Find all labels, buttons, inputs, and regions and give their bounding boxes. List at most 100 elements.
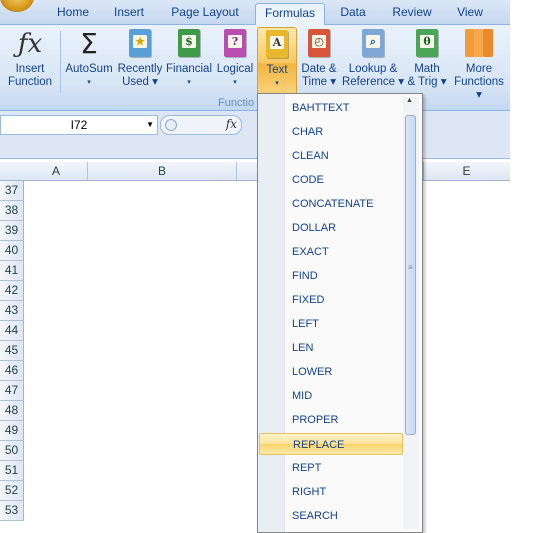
row-header[interactable]: 41 — [0, 261, 24, 281]
menu-item-rept[interactable]: REPT — [259, 457, 403, 479]
row-header[interactable]: 52 — [0, 481, 24, 501]
financial-button[interactable]: $ Financial ▾ — [164, 27, 214, 97]
menu-item-left[interactable]: LEFT — [259, 313, 403, 335]
row-header[interactable]: 39 — [0, 221, 24, 241]
math-trig-button[interactable]: θ Math & Trig ▾ — [406, 27, 448, 97]
formula-bar-area: I72 ▼ fx — [0, 111, 510, 159]
menu-item-bahttext[interactable]: BAHTTEXT — [259, 97, 403, 119]
autosum-dropdown-arrow: ▾ — [87, 79, 91, 86]
menu-item-mid[interactable]: MID — [259, 385, 403, 407]
ribbon-group-label: Functio — [218, 97, 255, 109]
more-functions-label-1: More — [465, 63, 493, 75]
menu-item-find[interactable]: FIND — [259, 265, 403, 287]
grip-icon: ≡ — [408, 263, 413, 272]
row-header[interactable]: 47 — [0, 381, 24, 401]
more-functions-button[interactable]: More Functions ▾ — [450, 27, 508, 101]
menu-item-search[interactable]: SEARCH — [259, 505, 403, 527]
text-dropdown-arrow: ▾ — [275, 80, 279, 87]
ribbon-separator — [60, 31, 61, 93]
autosum-button[interactable]: Σ AutoSum ▾ — [64, 27, 114, 97]
scroll-up-icon[interactable]: ▲ — [406, 97, 413, 104]
books-icon — [465, 29, 493, 59]
recently-used-label-1: Recently — [117, 63, 163, 75]
row-header[interactable]: 38 — [0, 201, 24, 221]
row-header[interactable]: 53 — [0, 501, 24, 521]
column-header-a[interactable]: A — [25, 162, 88, 180]
fx-icon: ƒx — [17, 29, 43, 59]
date-time-label-1: Date & — [301, 63, 337, 75]
menu-item-concatenate[interactable]: CONCATENATE — [259, 193, 403, 215]
lookup-reference-label-1: Lookup & — [348, 63, 398, 75]
row-header[interactable]: 46 — [0, 361, 24, 381]
tab-page-layout[interactable]: Page Layout — [166, 3, 244, 24]
row-header[interactable]: 45 — [0, 341, 24, 361]
row-header[interactable]: 44 — [0, 321, 24, 341]
book-text-icon: A — [263, 30, 291, 60]
tab-review[interactable]: Review — [386, 3, 438, 24]
row-headers: 37 38 39 40 41 42 43 44 45 46 47 48 49 5… — [0, 181, 24, 521]
book-money-icon: $ — [175, 29, 203, 59]
menu-item-char[interactable]: CHAR — [259, 121, 403, 143]
menu-item-replace[interactable]: REPLACE — [259, 433, 403, 455]
row-header[interactable]: 40 — [0, 241, 24, 261]
math-trig-label-2: & Trig ▾ — [407, 76, 447, 88]
autosum-label: AutoSum — [65, 63, 113, 75]
lookup-reference-button[interactable]: ⌕ Lookup & Reference ▾ — [340, 27, 406, 97]
logical-label: Logical — [216, 63, 254, 75]
row-header[interactable]: 51 — [0, 461, 24, 481]
text-functions-menu: BAHTTEXT CHAR CLEAN CODE CONCATENATE DOL… — [257, 93, 423, 533]
row-header[interactable]: 42 — [0, 281, 24, 301]
menu-item-lower[interactable]: LOWER — [259, 361, 403, 383]
menu-item-dollar[interactable]: DOLLAR — [259, 217, 403, 239]
menu-scrollbar-thumb[interactable]: ≡ — [405, 115, 416, 435]
menu-item-len[interactable]: LEN — [259, 337, 403, 359]
column-header-row: A B E — [0, 162, 510, 181]
column-header-b[interactable]: B — [88, 162, 237, 180]
fx-label: fx — [225, 117, 237, 131]
date-time-button[interactable]: ◴ Date & Time ▾ — [298, 27, 340, 97]
ribbon-tab-bar: Home Insert Page Layout Formulas Data Re… — [0, 0, 510, 26]
book-search-icon: ⌕ — [359, 29, 387, 59]
menu-item-clean[interactable]: CLEAN — [259, 145, 403, 167]
tab-view[interactable]: View — [448, 3, 492, 24]
more-functions-label-2: Functions ▾ — [454, 76, 504, 101]
tab-data[interactable]: Data — [332, 3, 374, 24]
tab-insert[interactable]: Insert — [106, 3, 152, 24]
column-header-e[interactable]: E — [424, 162, 509, 180]
name-box-dropdown-icon[interactable]: ▼ — [146, 116, 154, 134]
lookup-reference-label-2: Reference ▾ — [341, 76, 405, 88]
row-header[interactable]: 48 — [0, 401, 24, 421]
tab-home[interactable]: Home — [50, 3, 96, 24]
row-header[interactable]: 50 — [0, 441, 24, 461]
menu-item-exact[interactable]: EXACT — [259, 241, 403, 263]
menu-item-proper[interactable]: PROPER — [259, 409, 403, 431]
office-button[interactable] — [0, 0, 34, 12]
book-theta-icon: θ — [413, 29, 441, 59]
ribbon-function-library: ƒx Insert Function Σ AutoSum ▾ ★ Recentl… — [0, 25, 510, 111]
menu-item-right[interactable]: RIGHT — [259, 481, 403, 503]
logical-button[interactable]: ? Logical ▾ — [214, 27, 256, 97]
tab-formulas[interactable]: Formulas — [255, 3, 325, 26]
menu-item-code[interactable]: CODE — [259, 169, 403, 191]
logical-dropdown-arrow: ▾ — [233, 79, 237, 86]
sigma-icon: Σ — [80, 27, 98, 60]
recently-used-button[interactable]: ★ Recently Used ▾ — [116, 27, 164, 97]
insert-function-label-1: Insert — [15, 63, 45, 75]
insert-function-box[interactable]: fx — [160, 115, 242, 135]
book-clock-icon: ◴ — [305, 29, 333, 59]
row-header[interactable]: 43 — [0, 301, 24, 321]
row-header[interactable]: 49 — [0, 421, 24, 441]
menu-item-fixed[interactable]: FIXED — [259, 289, 403, 311]
insert-function-label-2: Function — [7, 76, 53, 88]
row-header[interactable]: 37 — [0, 181, 24, 201]
name-box[interactable]: I72 ▼ — [0, 115, 158, 135]
recently-used-label-2: Used ▾ — [122, 76, 158, 88]
insert-function-button[interactable]: ƒx Insert Function — [4, 27, 56, 97]
date-time-label-2: Time ▾ — [301, 76, 337, 88]
text-button[interactable]: A Text ▾ — [257, 27, 297, 99]
text-label: Text — [266, 64, 288, 76]
book-star-icon: ★ — [126, 29, 154, 59]
menu-scrollbar[interactable]: ▲ ≡ — [403, 97, 419, 529]
expand-icon[interactable] — [165, 119, 177, 131]
math-trig-label-1: Math — [414, 63, 440, 75]
